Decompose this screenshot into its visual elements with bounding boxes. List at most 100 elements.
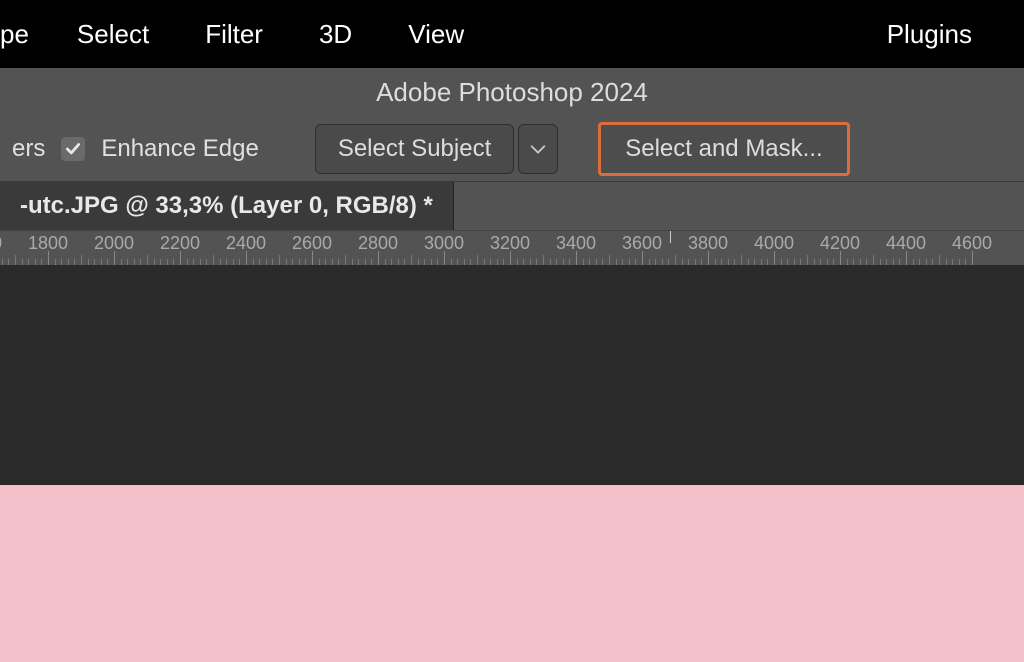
ruler-tick-minor	[807, 255, 808, 265]
ruler-tick-minor	[827, 259, 828, 265]
ruler-tick-minor	[866, 259, 867, 265]
ruler-tick-minor	[715, 259, 716, 265]
ruler-tick-major	[510, 251, 511, 265]
ruler-tick-minor	[167, 259, 168, 265]
ruler-tick-minor	[319, 259, 320, 265]
ruler-tick-major	[246, 251, 247, 265]
window-titlebar: Adobe Photoshop 2024	[0, 68, 1024, 116]
ruler-tick-major	[312, 251, 313, 265]
ruler-tick-minor	[424, 259, 425, 265]
menu-item-type-partial[interactable]: pe	[0, 19, 49, 50]
ruler-tick-minor	[101, 259, 102, 265]
ruler-tick-minor	[932, 259, 933, 265]
ruler-tick-minor	[121, 259, 122, 265]
ruler-tick-minor	[107, 259, 108, 265]
ruler-tick-minor	[602, 259, 603, 265]
enhance-edge-label: Enhance Edge	[101, 135, 258, 163]
ruler-tick-minor	[622, 259, 623, 265]
ruler-tick-major	[708, 251, 709, 265]
menu-item-3d[interactable]: 3D	[291, 19, 380, 50]
select-subject-button[interactable]: Select Subject	[315, 124, 514, 174]
ruler-tick-minor	[530, 259, 531, 265]
ruler-tick-minor	[781, 259, 782, 265]
ruler-tick-minor	[345, 255, 346, 265]
ruler-tick-minor	[820, 259, 821, 265]
ruler-tick-minor	[583, 259, 584, 265]
ruler-tick-minor	[860, 259, 861, 265]
canvas-background	[0, 266, 1024, 485]
ruler-tick-minor	[919, 259, 920, 265]
ruler-tick-minor	[926, 259, 927, 265]
select-subject-dropdown-button[interactable]	[518, 124, 558, 174]
ruler-tick-minor	[286, 259, 287, 265]
document-tab-bar: -utc.JPG @ 33,3% (Layer 0, RGB/8) *	[0, 182, 1024, 230]
document-tab[interactable]: -utc.JPG @ 33,3% (Layer 0, RGB/8) *	[0, 182, 454, 230]
ruler-tick-minor	[437, 259, 438, 265]
ruler-tick-minor	[233, 259, 234, 265]
menu-item-view[interactable]: View	[380, 19, 492, 50]
ruler-tick-minor	[748, 259, 749, 265]
ruler-tick-minor	[154, 259, 155, 265]
ruler-tick-minor	[404, 259, 405, 265]
ruler-tick-minor	[292, 259, 293, 265]
ruler-tick-minor	[352, 259, 353, 265]
ruler-tick-minor	[15, 255, 16, 265]
enhance-edge-checkbox[interactable]	[61, 137, 85, 161]
ruler-tick-minor	[147, 255, 148, 265]
ruler-tick-minor	[523, 259, 524, 265]
ruler-tick-minor	[470, 259, 471, 265]
ruler-tick-minor	[391, 259, 392, 265]
ruler-label: 1600	[0, 233, 2, 254]
ruler-tick-minor	[596, 259, 597, 265]
ruler-tick-minor	[35, 259, 36, 265]
ruler-tick-minor	[616, 259, 617, 265]
ruler-tick-minor	[550, 259, 551, 265]
ruler-tick-minor	[609, 255, 610, 265]
ruler-tick-minor	[847, 259, 848, 265]
ruler-tick-minor	[464, 259, 465, 265]
ruler-tick-minor	[959, 259, 960, 265]
ruler-tick-minor	[497, 259, 498, 265]
ruler-tick-minor	[2, 259, 3, 265]
ruler-tick-minor	[873, 255, 874, 265]
ruler-tick-minor	[721, 259, 722, 265]
menu-item-plugins[interactable]: Plugins	[887, 19, 992, 49]
ruler-tick-minor	[411, 255, 412, 265]
ruler-tick-minor	[629, 259, 630, 265]
ruler-tick-major	[444, 251, 445, 265]
horizontal-ruler[interactable]: 1600180020002200240026002800300032003400…	[0, 230, 1024, 266]
ruler-tick-minor	[173, 259, 174, 265]
ruler-tick-minor	[965, 259, 966, 265]
ruler-tick-minor	[701, 259, 702, 265]
select-and-mask-button[interactable]: Select and Mask...	[598, 122, 849, 176]
ruler-tick-major	[48, 251, 49, 265]
ruler-tick-minor	[451, 259, 452, 265]
ruler-tick-minor	[74, 259, 75, 265]
ruler-tick-minor	[365, 259, 366, 265]
ruler-tick-minor	[761, 259, 762, 265]
options-bar: ers Enhance Edge Select Subject Select a…	[0, 116, 1024, 182]
ruler-tick-minor	[728, 259, 729, 265]
ruler-tick-minor	[220, 259, 221, 265]
ruler-tick-minor	[946, 259, 947, 265]
ruler-tick-minor	[206, 259, 207, 265]
menu-item-select[interactable]: Select	[49, 19, 177, 50]
ruler-tick-minor	[899, 259, 900, 265]
menu-item-filter[interactable]: Filter	[177, 19, 291, 50]
options-partial-label: ers	[12, 135, 45, 163]
ruler-tick-minor	[569, 259, 570, 265]
ruler-tick-minor	[477, 255, 478, 265]
canvas-area[interactable]	[0, 266, 1024, 662]
ruler-tick-minor	[68, 259, 69, 265]
ruler-tick-minor	[371, 259, 372, 265]
ruler-tick-minor	[794, 259, 795, 265]
ruler-tick-minor	[536, 259, 537, 265]
ruler-tick-minor	[127, 259, 128, 265]
ruler-tick-minor	[81, 255, 82, 265]
app-title: Adobe Photoshop 2024	[376, 77, 648, 108]
ruler-tick-minor	[767, 259, 768, 265]
ruler-tick-minor	[490, 259, 491, 265]
ruler-tick-minor	[88, 259, 89, 265]
ruler-tick-minor	[431, 259, 432, 265]
ruler-tick-minor	[913, 259, 914, 265]
